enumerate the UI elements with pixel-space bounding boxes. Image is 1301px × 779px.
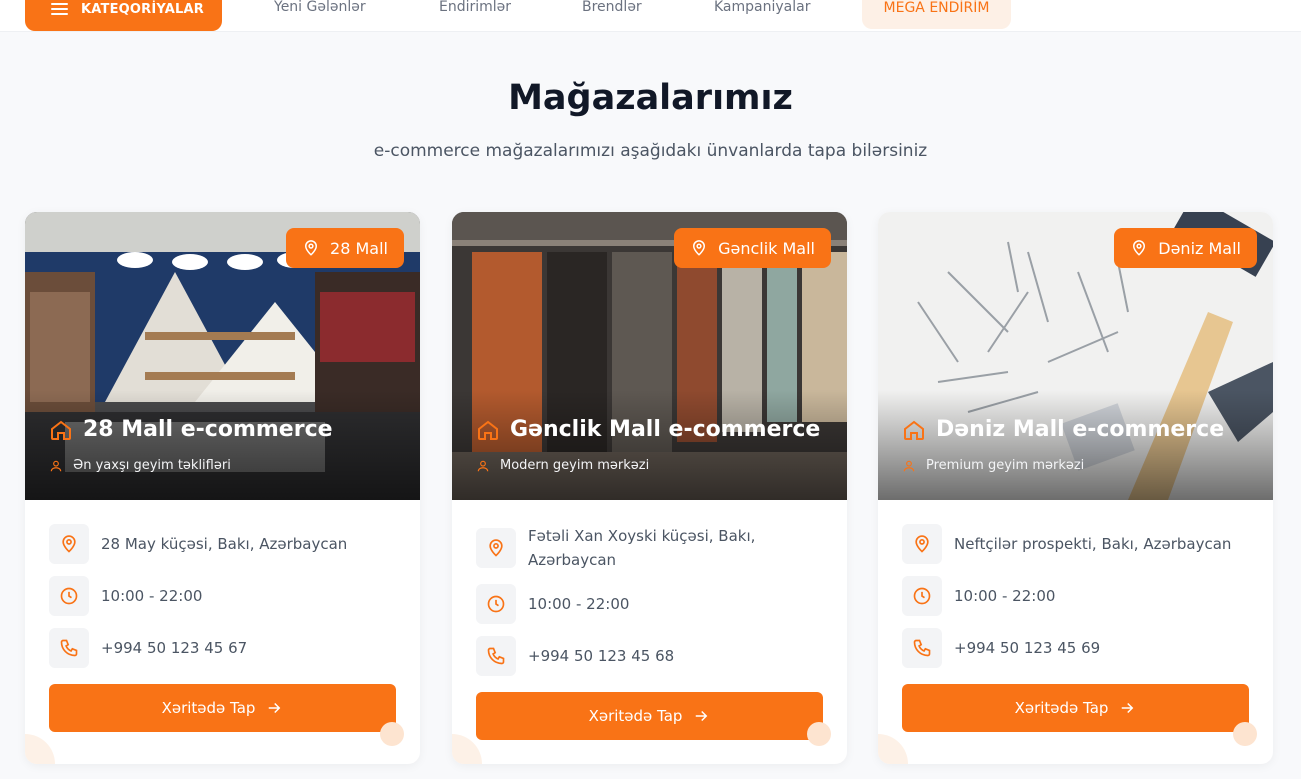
page-subtitle: e-commerce mağazalarımızı aşağıdakı ünva… <box>373 141 928 161</box>
store-title-text: Dəniz Mall e-commerce <box>936 417 1225 442</box>
store-title-text: Gənclik Mall e-commerce <box>510 417 821 442</box>
address-row: 28 May küçəsi, Bakı, Azərbaycan <box>49 524 396 564</box>
store-subtitle-text: Modern geyim mərkəzi <box>500 458 650 473</box>
arrow-right-icon <box>1122 702 1134 714</box>
address-row: Neftçilər prospekti, Bakı, Azərbaycan <box>902 524 1249 564</box>
store-title: 28 Mall e-commerce <box>49 417 333 442</box>
clock-icon <box>476 584 516 624</box>
user-icon <box>903 460 915 471</box>
categories-button[interactable]: KATEQORİYALAR <box>25 0 222 31</box>
clock-icon <box>902 576 942 616</box>
menu-icon <box>51 3 68 15</box>
phone-text: +994 50 123 45 67 <box>101 639 248 657</box>
store-card-genclik-mall: Gənclik Mall Gənclik Mall e-commerce Mod… <box>452 212 847 764</box>
clock-icon <box>49 576 89 616</box>
phone-icon <box>902 628 942 668</box>
store-info: Neftçilər prospekti, Bakı, Azərbaycan 10… <box>902 524 1249 680</box>
hours-row: 10:00 - 22:00 <box>476 584 823 624</box>
store-card-deniz-mall: Dəniz Mall Dəniz Mall e-commerce Premium… <box>878 212 1273 764</box>
location-badge: Gənclik Mall <box>674 228 831 268</box>
map-pin-icon <box>49 524 89 564</box>
home-icon <box>478 420 498 440</box>
home-icon <box>904 420 924 440</box>
nav-link-discounts[interactable]: Endirimlər <box>439 0 511 14</box>
address-text: Neftçilər prospekti, Bakı, Azərbaycan <box>954 535 1232 553</box>
badge-label: Gənclik Mall <box>718 238 815 258</box>
store-info: 28 May küçəsi, Bakı, Azərbaycan 10:00 - … <box>49 524 396 680</box>
hours-row: 10:00 - 22:00 <box>49 576 396 616</box>
store-info: Fətəli Xan Xoyski küçəsi, Bakı, Azərbayc… <box>476 524 823 688</box>
location-badge: Dəniz Mall <box>1114 228 1257 268</box>
store-subtitle: Ən yaxşı geyim təklifləri <box>49 458 231 473</box>
categories-label: KATEQORİYALAR <box>81 2 205 17</box>
store-subtitle-text: Ən yaxşı geyim təklifləri <box>73 458 231 473</box>
hours-text: 10:00 - 22:00 <box>954 587 1056 605</box>
store-subtitle: Modern geyim mərkəzi <box>476 458 649 473</box>
store-title: Dəniz Mall e-commerce <box>902 417 1224 442</box>
nav-link-brands[interactable]: Brendlər <box>582 0 642 14</box>
store-subtitle: Premium geyim mərkəzi <box>902 458 1084 473</box>
find-on-map-button[interactable]: Xəritədə Tap <box>902 684 1249 732</box>
map-button-label: Xəritədə Tap <box>588 707 683 725</box>
store-subtitle-text: Premium geyim mərkəzi <box>926 458 1085 473</box>
map-pin-icon <box>305 240 318 256</box>
address-row: Fətəli Xan Xoyski küçəsi, Bakı, Azərbayc… <box>476 524 823 572</box>
find-on-map-button[interactable]: Xəritədə Tap <box>49 684 396 732</box>
nav-link-new-arrivals[interactable]: Yeni Gələnlər <box>274 0 366 14</box>
arrow-right-icon <box>269 702 281 714</box>
badge-label: 28 Mall <box>330 238 388 258</box>
phone-icon <box>49 628 89 668</box>
find-on-map-button[interactable]: Xəritədə Tap <box>476 692 823 740</box>
phone-text: +994 50 123 45 68 <box>528 647 675 665</box>
address-text: 28 May küçəsi, Bakı, Azərbaycan <box>101 535 348 553</box>
store-card-28-mall: 28 Mall 28 Mall e-commerce Ən yaxşı geyi… <box>25 212 420 764</box>
arrow-right-icon <box>696 710 708 722</box>
user-icon <box>50 460 62 471</box>
store-title: Gənclik Mall e-commerce <box>476 417 820 442</box>
phone-row: +994 50 123 45 68 <box>476 636 823 676</box>
page-title: Mağazalarımız <box>508 78 793 118</box>
map-button-label: Xəritədə Tap <box>161 699 256 717</box>
map-pin-icon <box>476 528 516 568</box>
map-button-label: Xəritədə Tap <box>1014 699 1109 717</box>
hours-text: 10:00 - 22:00 <box>528 595 630 613</box>
phone-icon <box>476 636 516 676</box>
location-badge: 28 Mall <box>286 228 404 268</box>
home-icon <box>51 420 71 440</box>
badge-label: Dəniz Mall <box>1158 238 1241 258</box>
address-text: Fətəli Xan Xoyski küçəsi, Bakı, Azərbayc… <box>528 527 756 569</box>
phone-row: +994 50 123 45 67 <box>49 628 396 668</box>
hours-row: 10:00 - 22:00 <box>902 576 1249 616</box>
map-pin-icon <box>902 524 942 564</box>
store-title-text: 28 Mall e-commerce <box>83 417 333 442</box>
phone-row: +994 50 123 45 69 <box>902 628 1249 668</box>
map-pin-icon <box>693 240 706 256</box>
nav-link-campaigns[interactable]: Kampaniyalar <box>714 0 810 14</box>
user-icon <box>477 460 489 471</box>
top-navigation: KATEQORİYALAR Yeni Gələnlər Endirimlər B… <box>0 0 1301 32</box>
mega-discount-link[interactable]: MEGA ENDİRİM <box>862 0 1011 29</box>
phone-text: +994 50 123 45 69 <box>954 639 1101 657</box>
map-pin-icon <box>1133 240 1146 256</box>
hours-text: 10:00 - 22:00 <box>101 587 203 605</box>
